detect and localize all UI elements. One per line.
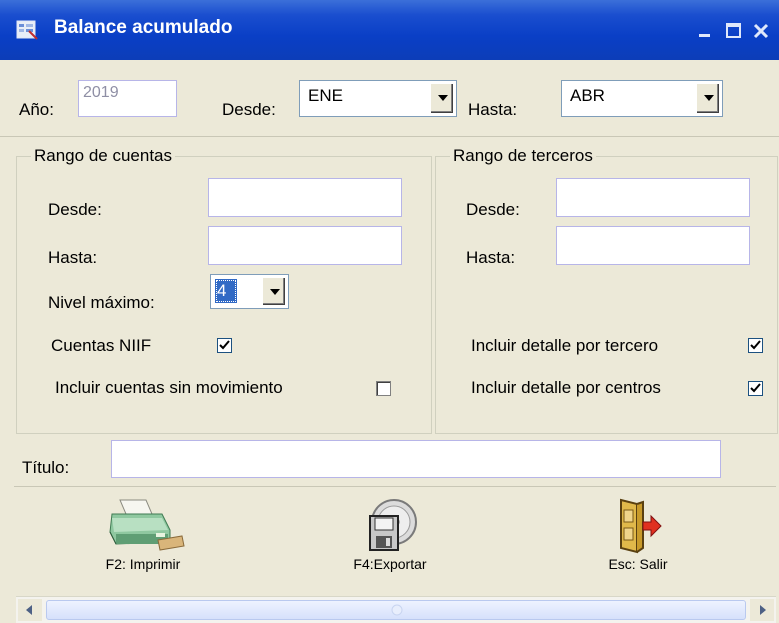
export-button[interactable]: F4:Exportar [335,496,445,586]
scroll-left-icon[interactable] [18,599,42,621]
to-month-select[interactable]: ABR [561,80,723,117]
report-title-label: Título: [22,458,70,477]
printer-icon [100,496,186,556]
max-level-label: Nivel máximo: [48,293,155,312]
detail-third-label: Incluir detalle por tercero [471,336,659,355]
from-month-label: Desde: [222,100,276,119]
exit-label: Esc: Salir [608,556,668,572]
from-month-select[interactable]: ENE [299,80,457,117]
disk-export-icon [360,496,420,556]
chevron-down-icon[interactable] [430,83,454,114]
maximize-icon[interactable] [725,22,743,45]
accounts-from-field[interactable] [208,178,402,217]
to-month-value: ABR [570,86,605,105]
form-body: Año: 2019 Desde: ENE Hasta: ABR Rango de… [0,60,779,596]
third-to-field[interactable] [556,226,750,265]
detail-centers-checkbox[interactable] [748,381,763,396]
balance-window: Balance acumulado Año: 2019 Desde: ENE H… [0,0,779,623]
scrollbar-thumb[interactable] [46,600,746,620]
third-from-label: Desde: [466,200,520,219]
accounts-from-label: Desde: [48,200,102,219]
accounts-range-legend: Rango de cuentas [34,146,172,165]
no-movement-checkbox[interactable] [376,381,391,396]
horizontal-scrollbar[interactable] [16,596,776,623]
year-field[interactable]: 2019 [78,80,177,117]
chevron-down-icon[interactable] [262,277,286,306]
accounts-to-field[interactable] [208,226,402,265]
detail-third-checkbox[interactable] [748,338,763,353]
chevron-down-icon[interactable] [696,83,720,114]
divider [0,136,779,137]
minimize-icon[interactable] [697,22,715,45]
accounts-to-label: Hasta: [48,248,98,267]
niif-checkbox[interactable] [217,338,232,353]
print-button[interactable]: F2: Imprimir [88,496,198,586]
to-month-label: Hasta: [468,100,518,119]
scroll-right-icon[interactable] [750,599,774,621]
exit-button[interactable]: Esc: Salir [583,496,693,586]
frame-edge [0,596,16,623]
year-label: Año: [19,100,54,119]
window-title: Balance acumulado [54,17,233,38]
year-value: 2019 [83,84,119,101]
title-bar[interactable]: Balance acumulado [0,0,779,60]
third-from-field[interactable] [556,178,750,217]
from-month-value: ENE [308,86,343,105]
report-title-field[interactable] [111,440,721,478]
spreadsheet-icon [15,19,39,41]
divider [14,486,776,487]
close-icon[interactable] [752,22,772,45]
third-parties-range-legend: Rango de terceros [453,146,593,165]
detail-centers-label: Incluir detalle por centros [471,378,661,397]
niif-label: Cuentas NIIF [51,336,152,355]
export-label: F4:Exportar [353,556,427,572]
third-to-label: Hasta: [466,248,516,267]
door-exit-icon [613,496,663,556]
print-label: F2: Imprimir [105,556,181,572]
max-level-select[interactable]: 4 [210,274,289,309]
no-movement-label: Incluir cuentas sin movimiento [55,378,283,397]
max-level-value: 4 [215,279,237,303]
